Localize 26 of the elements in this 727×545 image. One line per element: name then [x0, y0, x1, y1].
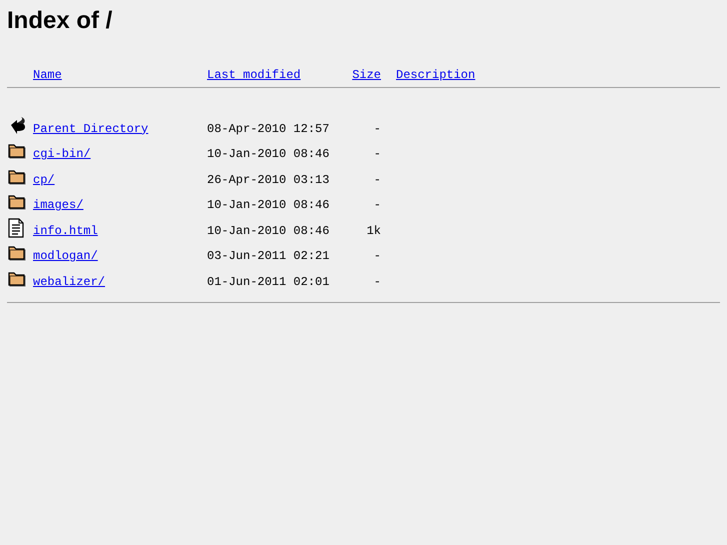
modified-date: 26-Apr-2010 03:13: [207, 172, 330, 187]
modified-date: 10-Jan-2010 08:46: [207, 198, 330, 212]
file-size: 1k: [366, 224, 381, 238]
page-title: Index of /: [7, 8, 114, 34]
file-link[interactable]: webalizer/: [33, 274, 106, 289]
file-size: -: [372, 274, 381, 289]
file-link[interactable]: info.html: [33, 224, 98, 238]
modified-date: 10-Jan-2010 08:46: [207, 147, 330, 162]
file-size: -: [372, 172, 381, 187]
file-link[interactable]: cp/: [33, 172, 55, 187]
file-size: -: [372, 147, 381, 162]
modified-date: 10-Jan-2010 08:46: [207, 224, 330, 238]
file-link[interactable]: images/: [33, 198, 84, 212]
date-sort-link[interactable]: Last modified: [207, 68, 301, 82]
file-link[interactable]: modlogan/: [33, 249, 98, 264]
modified-date: 08-Apr-2010 12:57: [207, 122, 330, 136]
modified-date: 01-Jun-2011 02:01: [207, 274, 330, 289]
file-size: -: [372, 122, 381, 136]
modified-date: 03-Jun-2011 02:21: [207, 249, 330, 264]
name-sort-link[interactable]: Name: [33, 68, 62, 82]
file-link[interactable]: Parent Directory: [33, 122, 148, 136]
file-size: -: [372, 249, 381, 264]
description-sort-link[interactable]: Description: [396, 68, 476, 82]
file-size: -: [372, 198, 381, 212]
size-sort-link[interactable]: Size: [352, 68, 381, 82]
file-link[interactable]: cgi-bin/: [33, 147, 91, 162]
